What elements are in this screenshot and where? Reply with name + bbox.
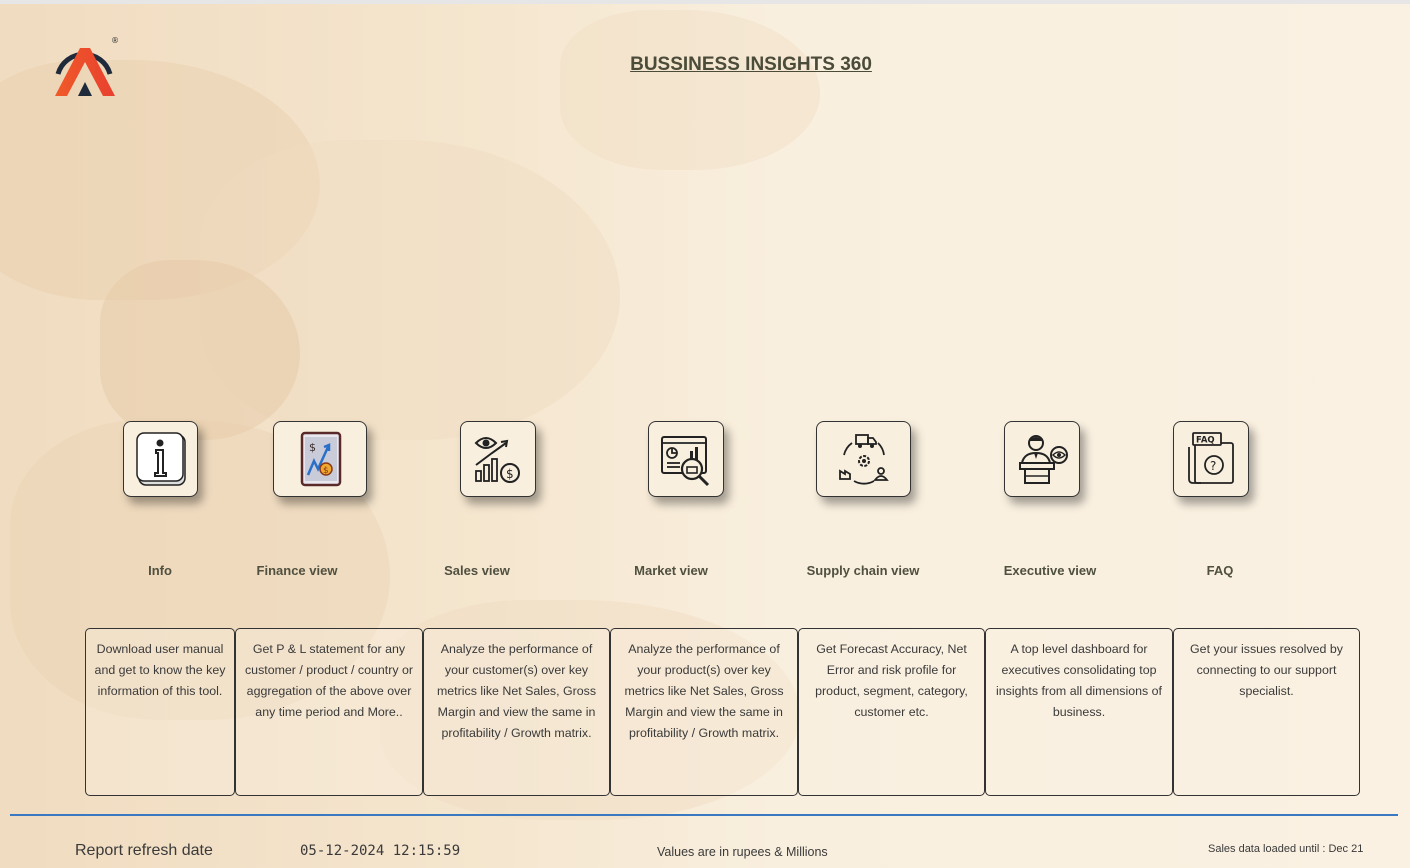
finance-icon: $ $ xyxy=(300,431,342,487)
nav-label-finance: Finance view xyxy=(256,563,338,578)
info-icon xyxy=(135,432,186,486)
sales-data-loaded: Sales data loaded until : Dec 21 xyxy=(1208,843,1364,855)
executive-icon xyxy=(1019,435,1068,484)
svg-text:$: $ xyxy=(506,467,514,481)
nav-tile-supply-chain[interactable] xyxy=(816,421,911,497)
registered-mark: ® xyxy=(111,36,119,45)
refresh-date-label: Report refresh date xyxy=(75,842,213,859)
footer-divider xyxy=(10,814,1398,816)
faq-icon: FAQ ? xyxy=(1188,432,1234,484)
description-card-executive: A top level dashboard for executives con… xyxy=(985,628,1173,796)
nav-label-market: Market view xyxy=(634,563,708,578)
description-card-info: Download user manual and get to know the… xyxy=(85,628,235,796)
description-card-faq: Get your issues resolved by connecting t… xyxy=(1173,628,1360,796)
nav-tile-sales[interactable]: $ xyxy=(460,421,536,497)
nav-label-sales: Sales view xyxy=(444,563,510,578)
nav-tile-info[interactable] xyxy=(123,421,198,497)
nav-tile-faq[interactable]: FAQ ? xyxy=(1173,421,1249,497)
units-note: Values are in rupees & Millions xyxy=(657,845,828,859)
page-title: BUSSINESS INSIGHTS 360 xyxy=(630,54,872,75)
sales-icon: $ xyxy=(474,437,520,483)
supply-chain-icon xyxy=(838,434,889,485)
faq-icon-text: FAQ xyxy=(1196,436,1215,446)
nav-label-supply-chain: Supply chain view xyxy=(806,563,920,578)
svg-text:?: ? xyxy=(1210,459,1216,473)
nav-tile-finance[interactable]: $ $ xyxy=(273,421,367,497)
nav-label-faq: FAQ xyxy=(1206,563,1234,578)
svg-text:$: $ xyxy=(309,441,316,454)
description-card-market: Analyze the performance of your product(… xyxy=(610,628,798,796)
nav-tile-market[interactable] xyxy=(648,421,724,497)
nav-tile-executive[interactable] xyxy=(1004,421,1080,497)
nav-label-executive: Executive view xyxy=(1003,563,1097,578)
nav-label-info: Info xyxy=(148,563,172,578)
svg-text:$: $ xyxy=(323,466,329,476)
refresh-date-value: 05-12-2024 12:15:59 xyxy=(300,843,461,859)
market-icon xyxy=(661,436,710,487)
top-border xyxy=(0,0,1410,4)
description-card-finance: Get P & L statement for any customer / p… xyxy=(235,628,423,796)
description-card-sales: Analyze the performance of your customer… xyxy=(423,628,610,796)
description-card-supply-chain: Get Forecast Accuracy, Net Error and ris… xyxy=(798,628,985,796)
